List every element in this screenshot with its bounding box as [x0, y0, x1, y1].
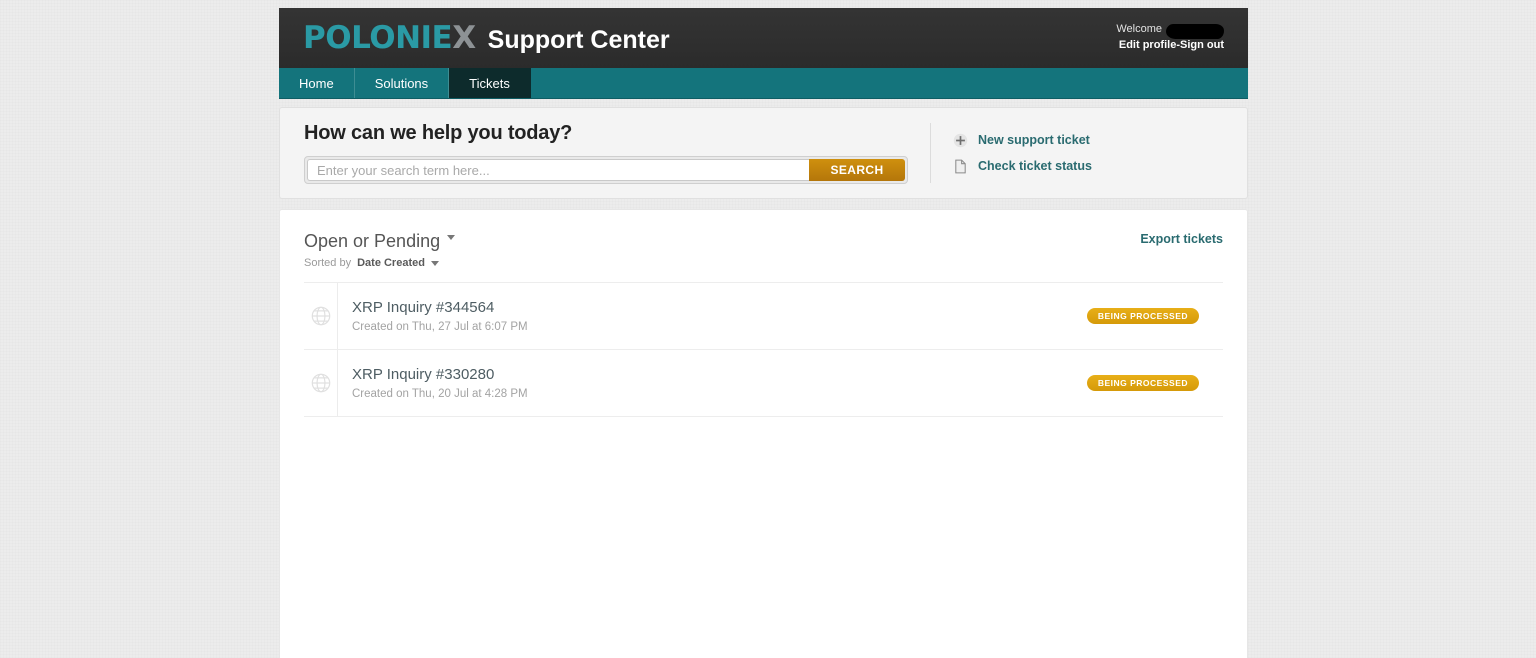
nav-item-home[interactable]: Home — [279, 68, 355, 98]
user-welcome-area: Welcome Edit profile-Sign out — [1116, 22, 1224, 53]
ticket-filter-group: Open or Pending Sorted by Date Created — [304, 231, 456, 269]
quick-links: New support ticket Check ticket status — [953, 133, 1092, 174]
chevron-down-icon — [430, 261, 439, 267]
search-section: How can we help you today? SEARCH — [304, 122, 930, 184]
poloniex-logo: POLONIEX — [303, 19, 476, 56]
sort-dropdown[interactable]: Sorted by Date Created — [304, 257, 455, 269]
main-navigation: Home Solutions Tickets — [279, 68, 1248, 99]
welcome-label: Welcome — [1116, 23, 1162, 36]
ticket-subject[interactable]: XRP Inquiry #344564 — [352, 299, 1087, 318]
brand[interactable]: POLONIEX Support Center — [303, 19, 670, 56]
table-row[interactable]: XRP Inquiry #330280 Created on Thu, 20 J… — [304, 349, 1223, 417]
ticket-list-card: Open or Pending Sorted by Date Created E… — [279, 209, 1248, 658]
ticket-channel-icon-cell — [304, 349, 338, 416]
panel-divider — [930, 123, 931, 183]
ticket-created-date: Created on Thu, 27 Jul at 6:07 PM — [352, 320, 528, 333]
status-filter-dropdown[interactable]: Open or Pending — [304, 231, 456, 252]
search-bar: SEARCH — [304, 156, 908, 184]
sign-out-link[interactable]: Sign out — [1180, 39, 1224, 51]
ticket-subject[interactable]: XRP Inquiry #330280 — [352, 366, 1087, 385]
search-input[interactable] — [307, 159, 809, 181]
redacted-username — [1166, 24, 1224, 39]
ticket-list-header: Open or Pending Sorted by Date Created E… — [304, 231, 1223, 269]
plus-circle-icon — [953, 133, 968, 148]
logo-x-letter: X — [452, 19, 476, 56]
new-support-ticket-label: New support ticket — [978, 133, 1090, 147]
check-ticket-status-link[interactable]: Check ticket status — [953, 159, 1092, 174]
status-filter-label: Open or Pending — [304, 231, 441, 251]
search-panel: How can we help you today? SEARCH New su… — [279, 107, 1248, 199]
ticket-info: XRP Inquiry #330280 Created on Thu, 20 J… — [338, 366, 1087, 400]
globe-icon — [310, 305, 332, 327]
page-title: Support Center — [487, 25, 670, 54]
search-button[interactable]: SEARCH — [809, 159, 905, 181]
ticket-created-date: Created on Thu, 20 Jul at 4:28 PM — [352, 387, 528, 400]
nav-item-tickets[interactable]: Tickets — [449, 68, 531, 98]
edit-profile-link[interactable]: Edit profile — [1119, 39, 1176, 51]
sorted-by-prefix: Sorted by — [304, 256, 352, 269]
welcome-row: Welcome — [1116, 22, 1224, 39]
new-support-ticket-link[interactable]: New support ticket — [953, 133, 1092, 148]
search-heading: How can we help you today? — [304, 122, 573, 144]
logo-text: POLONIE — [303, 19, 453, 56]
chevron-down-icon — [447, 235, 456, 240]
sorted-by-value: Date Created — [357, 256, 425, 269]
ticket-channel-icon-cell — [304, 282, 338, 349]
status-badge: BEING PROCESSED — [1086, 307, 1199, 324]
status-badge: BEING PROCESSED — [1086, 374, 1199, 391]
document-icon — [953, 159, 968, 174]
check-ticket-status-label: Check ticket status — [978, 159, 1092, 173]
account-links: Edit profile-Sign out — [1116, 38, 1224, 53]
support-center-page: POLONIEX Support Center Welcome Edit pro… — [279, 8, 1248, 658]
table-row[interactable]: XRP Inquiry #344564 Created on Thu, 27 J… — [304, 282, 1223, 350]
ticket-info: XRP Inquiry #344564 Created on Thu, 27 J… — [338, 299, 1087, 333]
export-tickets-link[interactable]: Export tickets — [1140, 232, 1223, 246]
globe-icon — [310, 372, 332, 394]
ticket-list: XRP Inquiry #344564 Created on Thu, 27 J… — [304, 281, 1223, 417]
nav-item-solutions[interactable]: Solutions — [355, 68, 450, 98]
site-header: POLONIEX Support Center Welcome Edit pro… — [279, 8, 1248, 68]
